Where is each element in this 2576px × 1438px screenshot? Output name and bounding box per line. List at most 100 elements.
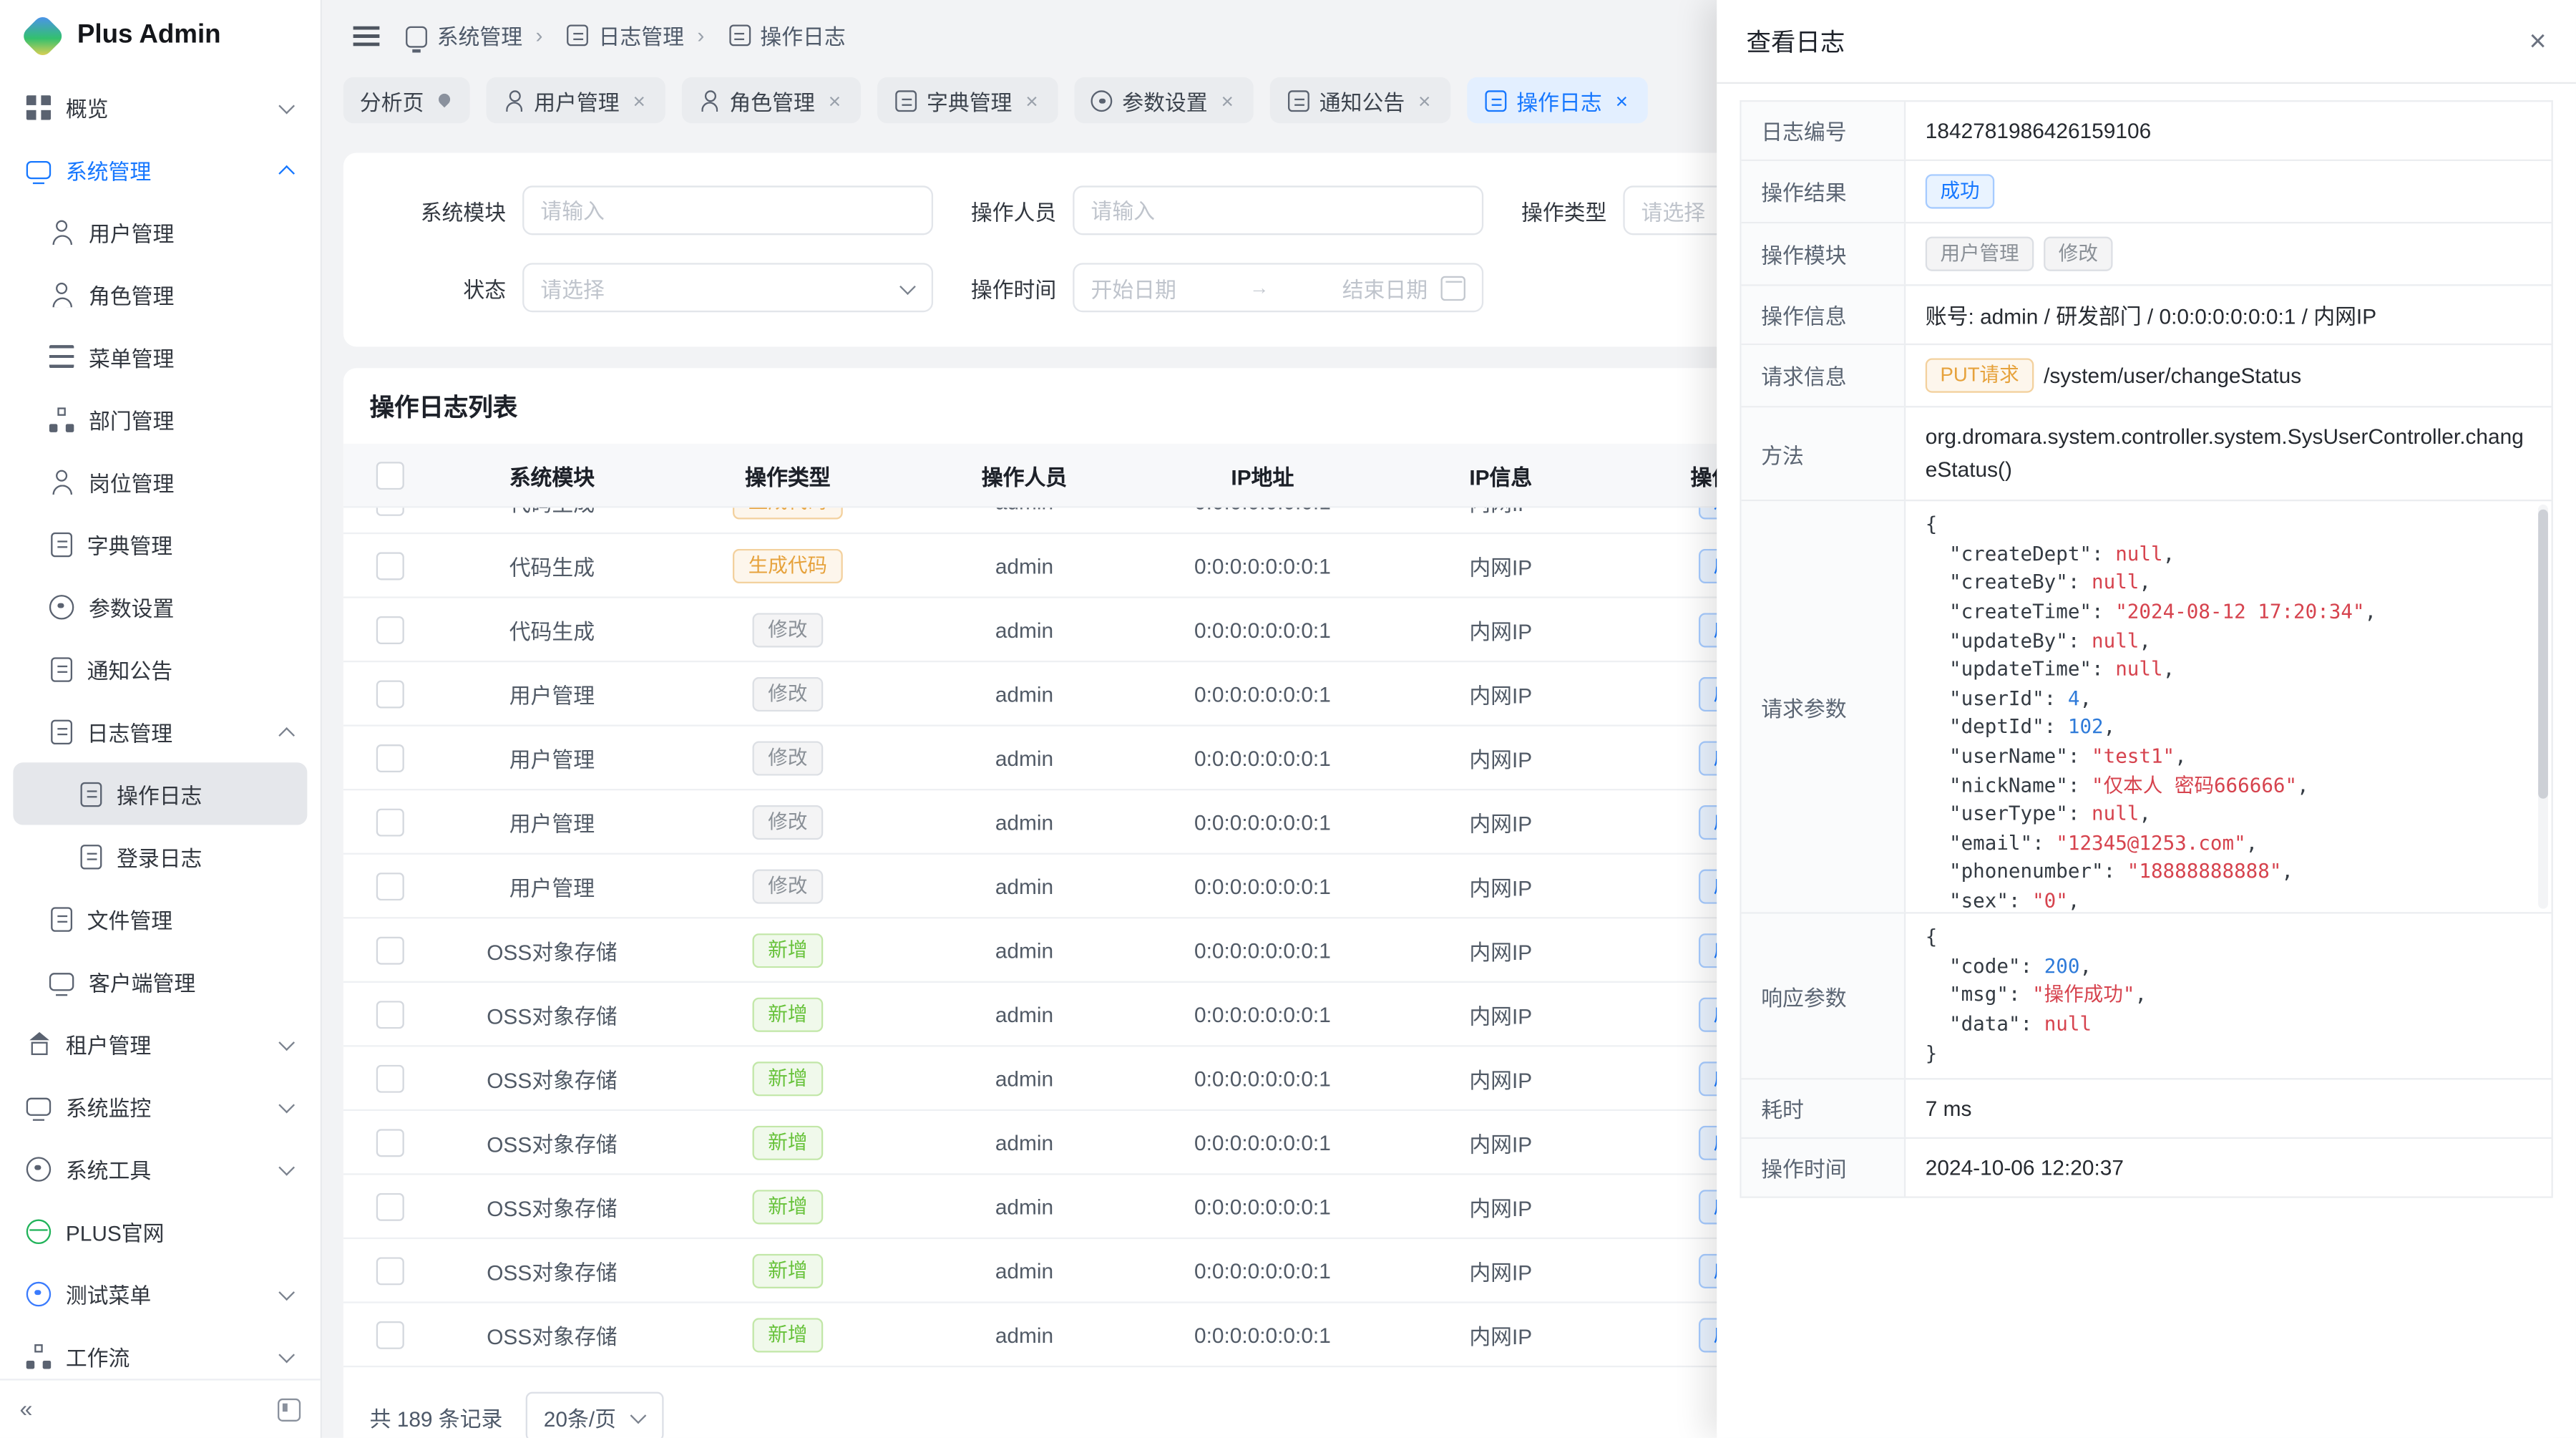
sidebar-item[interactable]: 字典管理 (13, 512, 307, 575)
detail-row: 操作结果 成功 (1742, 161, 2552, 223)
column-header: 系统模块 (435, 460, 668, 491)
cell-operator: admin (907, 810, 1141, 834)
sidebar-item[interactable]: 操作日志 (13, 762, 307, 825)
method-value: org.dromara.system.controller.system.Sys… (1906, 407, 2551, 500)
sidebar-item[interactable]: PLUS官网 (13, 1200, 307, 1262)
row-checkbox[interactable] (376, 1321, 404, 1349)
tab[interactable]: 通知公告 (1270, 77, 1451, 123)
cell-operator: admin (907, 745, 1141, 769)
action-badge: 修改 (2044, 237, 2112, 271)
tab[interactable]: 用户管理 (487, 77, 665, 123)
type-badge: 修改 (753, 805, 822, 839)
row-checkbox[interactable] (376, 551, 404, 579)
sidebar-item[interactable]: 客户端管理 (13, 950, 307, 1012)
request-params-code[interactable]: { "createDept": null, "createBy": null, … (1906, 502, 2551, 913)
chevron-icon (278, 161, 294, 178)
sidebar-item[interactable]: 部门管理 (13, 388, 307, 450)
page-size-select[interactable]: 20条/页 (526, 1392, 664, 1438)
select-all-checkbox[interactable] (376, 461, 404, 489)
row-checkbox[interactable] (376, 507, 404, 515)
tab[interactable]: 字典管理 (877, 77, 1058, 123)
row-checkbox[interactable] (376, 1128, 404, 1156)
sidebar-menu: 概览 系统管理 用户管理 角色管理 菜单管理 部门管理 (0, 72, 321, 1379)
tab[interactable]: 操作日志 (1467, 77, 1648, 123)
cell-ip: 0:0:0:0:0:0:0:1 (1142, 1258, 1383, 1283)
tab[interactable]: 分析页 (343, 77, 470, 123)
scrollbar-thumb[interactable] (2538, 510, 2548, 799)
row-checkbox[interactable] (376, 872, 404, 900)
logo-icon (20, 14, 66, 59)
sidebar-item[interactable]: 文件管理 (13, 888, 307, 950)
cell-module: OSS对象存储 (435, 1318, 668, 1350)
operation-time-value: 2024-10-06 12:20:37 (1906, 1140, 2551, 1197)
hamburger-menu-icon[interactable] (353, 26, 380, 46)
log-detail-drawer: 查看日志 × 日志编号 1842781986426159106 操作结果 成功 … (1717, 0, 2576, 1438)
chevron-icon (278, 223, 294, 240)
collapse-sidebar-icon[interactable] (20, 1394, 33, 1424)
cell-operator: admin (907, 681, 1141, 706)
breadcrumb-item[interactable]: 日志管理 (535, 20, 683, 52)
log-icon (1485, 89, 1507, 111)
status-select[interactable]: 请选择 (522, 263, 933, 312)
row-checkbox[interactable] (376, 744, 404, 772)
sidebar-item[interactable]: 日志管理 (13, 700, 307, 762)
row-checkbox[interactable] (376, 1192, 404, 1220)
calendar-icon (1441, 276, 1465, 300)
sidebar-item[interactable]: 岗位管理 (13, 450, 307, 512)
close-icon[interactable] (629, 90, 649, 110)
sidebar-item[interactable]: 角色管理 (13, 263, 307, 325)
cell-operator: admin (907, 1066, 1141, 1090)
sidebar-item[interactable]: 系统工具 (13, 1137, 307, 1200)
operator-input[interactable] (1073, 185, 1483, 235)
sidebar-item[interactable]: 租户管理 (13, 1012, 307, 1074)
module-input[interactable] (522, 185, 933, 235)
sidebar-item[interactable]: 系统管理 (13, 138, 307, 200)
sidebar-item[interactable]: 通知公告 (13, 638, 307, 700)
row-checkbox[interactable] (376, 1064, 404, 1092)
date-range-picker[interactable]: 开始日期 → 结束日期 (1073, 263, 1483, 312)
file-icon (51, 906, 72, 931)
globe-icon (26, 1218, 51, 1243)
row-checkbox[interactable] (376, 679, 404, 707)
sidebar-item[interactable]: 概览 (13, 76, 307, 138)
pin-panel-icon[interactable] (278, 1398, 301, 1421)
notice-icon (51, 656, 72, 681)
sidebar-item[interactable]: 系统监控 (13, 1075, 307, 1137)
row-checkbox[interactable] (376, 1000, 404, 1028)
notice-icon (1288, 89, 1309, 111)
sidebar-item[interactable]: 菜单管理 (13, 326, 307, 388)
close-icon[interactable] (825, 90, 845, 110)
detail-row: 请求信息 PUT请求 /system/user/changeStatus (1742, 345, 2552, 407)
sidebar-item[interactable]: 参数设置 (13, 575, 307, 638)
close-icon[interactable] (1415, 90, 1435, 110)
column-header: 操作人员 (907, 460, 1141, 491)
row-checkbox[interactable] (376, 1256, 404, 1284)
duration-value: 7 ms (1906, 1080, 2551, 1137)
breadcrumb-item[interactable]: 操作日志 (697, 20, 845, 52)
sidebar-item[interactable]: 用户管理 (13, 200, 307, 263)
cell-ip-info: 内网IP (1383, 550, 1618, 581)
sidebar-item[interactable]: 工作流 (13, 1324, 307, 1379)
close-icon[interactable]: × (2529, 26, 2547, 56)
breadcrumb-item[interactable]: 系统管理 (406, 20, 522, 52)
row-checkbox[interactable] (376, 616, 404, 643)
app-logo[interactable]: Plus Admin (0, 0, 321, 72)
cell-ip-info: 内网IP (1383, 1190, 1618, 1222)
detail-row: 请求参数 { "createDept": null, "createBy": n… (1742, 502, 2552, 914)
tab[interactable]: 参数设置 (1075, 77, 1254, 123)
close-icon[interactable] (1217, 90, 1237, 110)
cell-module: OSS对象存储 (435, 1255, 668, 1286)
type-badge: 修改 (753, 612, 822, 646)
cell-module: OSS对象存储 (435, 1190, 668, 1222)
sidebar-item[interactable]: 登录日志 (13, 825, 307, 888)
post-icon (49, 469, 74, 493)
close-icon[interactable] (1022, 90, 1042, 110)
row-checkbox[interactable] (376, 807, 404, 835)
pin-icon[interactable] (434, 90, 454, 110)
row-checkbox[interactable] (376, 936, 404, 964)
tab[interactable]: 角色管理 (682, 77, 861, 123)
chevron-icon (278, 1285, 294, 1301)
sidebar-item[interactable]: 测试菜单 (13, 1262, 307, 1324)
close-icon[interactable] (1612, 90, 1632, 110)
cell-ip-info: 内网IP (1383, 1127, 1618, 1158)
